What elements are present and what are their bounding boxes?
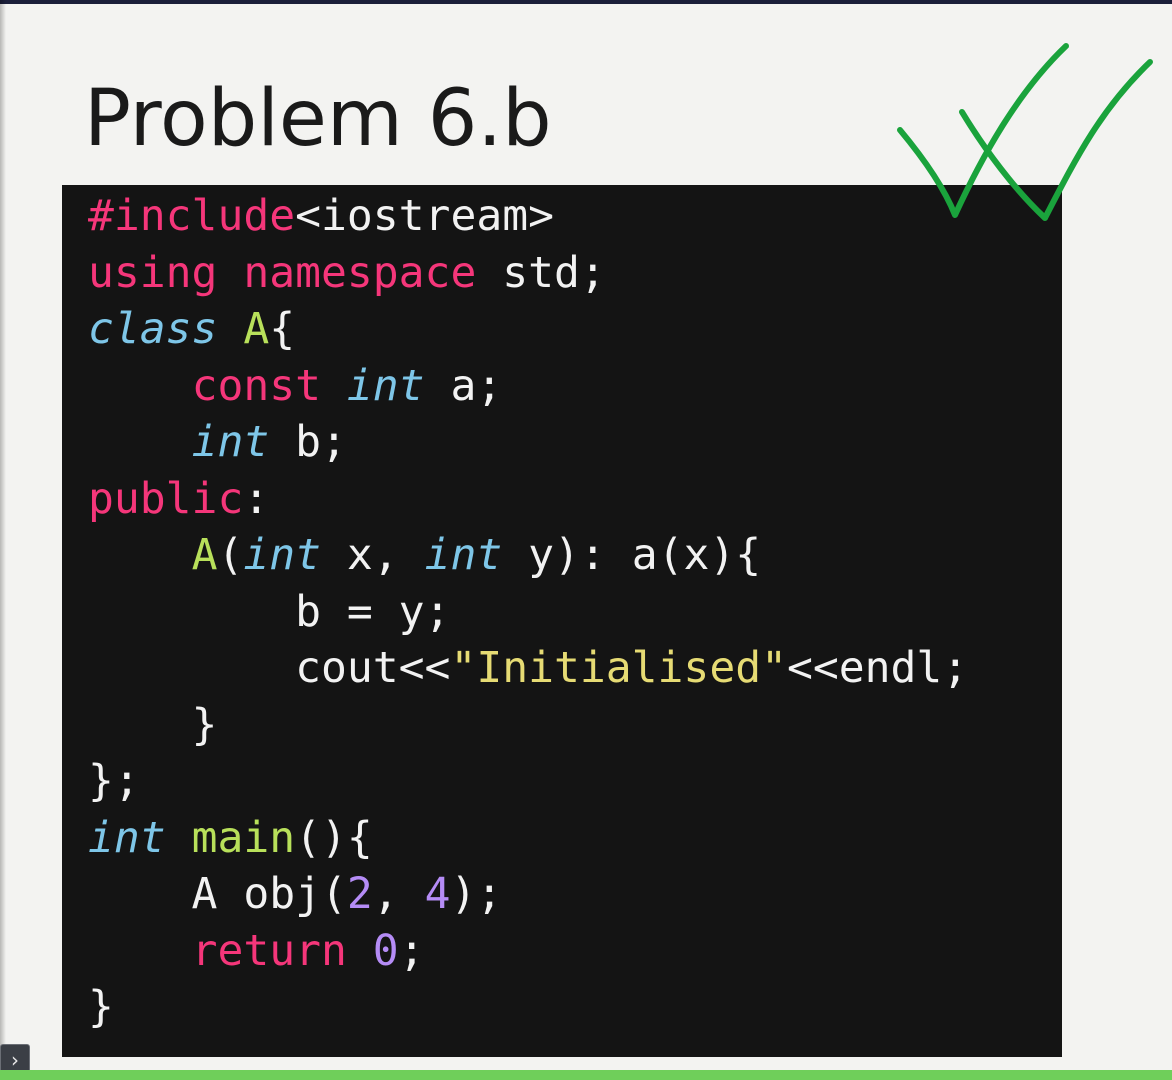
code-line: int b; — [88, 421, 347, 464]
code-token: int — [424, 530, 503, 580]
code-token: public — [88, 473, 244, 524]
code-token: ); — [450, 869, 503, 919]
code-line: cout<<"Initialised"<<endl; — [88, 647, 968, 690]
code-line: return 0; — [88, 929, 425, 973]
code-token: A — [191, 530, 218, 580]
code-token: main — [191, 812, 296, 863]
code-line: class A{ — [88, 308, 295, 351]
code-token: cout<< — [88, 643, 451, 693]
code-block: #include<iostream> using namespace std; cl… — [62, 185, 1062, 1057]
code-line: }; — [88, 760, 140, 803]
code-token: } — [88, 699, 218, 750]
code-line: } — [88, 703, 218, 747]
code-token: 0 — [372, 925, 399, 976]
code-token: A — [243, 304, 270, 354]
code-line: public: — [88, 477, 269, 521]
code-token: x, — [321, 530, 425, 580]
code-token: #include — [88, 191, 296, 241]
code-token: 4 — [424, 869, 451, 919]
code-token: using — [88, 247, 218, 298]
code-line: } — [88, 986, 114, 1029]
code-token: int — [88, 812, 166, 863]
code-token: return — [191, 925, 347, 976]
code-token: const — [191, 360, 322, 411]
code-token: a; — [424, 360, 503, 411]
code-token: ; — [398, 925, 425, 976]
code-line: A(int x, int y): a(x){ — [88, 534, 762, 577]
code-token: } — [88, 982, 114, 1032]
code-token: : — [243, 473, 270, 524]
code-token: A obj( — [88, 869, 347, 919]
code-line: A obj(2, 4); — [88, 873, 503, 916]
bottom-progress-bar — [0, 1070, 1172, 1080]
code-token: int — [243, 530, 322, 580]
top-border — [0, 0, 1172, 4]
code-token: }; — [88, 756, 140, 806]
left-edge-shadow — [0, 0, 6, 1080]
code-token: b = y; — [88, 586, 451, 637]
code-token: , — [372, 869, 425, 919]
code-line: using namespace std; — [88, 251, 606, 295]
code-token: namespace — [243, 247, 477, 298]
code-token: int — [191, 417, 270, 467]
code-token: int — [346, 360, 425, 411]
code-line: b = y; — [88, 590, 450, 634]
code-token: "Initialised" — [450, 643, 787, 693]
code-token: b; — [269, 417, 347, 467]
code-token: class — [88, 304, 218, 354]
code-token: { — [269, 304, 296, 354]
code-token: (){ — [295, 812, 373, 863]
code-line: const int a; — [88, 364, 503, 408]
code-token: std; — [476, 247, 606, 298]
code-token: y): a(x){ — [502, 530, 762, 580]
code-token: 2 — [346, 869, 373, 919]
code-token: <<endl; — [786, 643, 969, 693]
code-line: #include<iostream> — [88, 195, 554, 238]
slide-title: Problem 6.b — [84, 74, 552, 164]
code-line: int main(){ — [88, 816, 373, 860]
code-token: <iostream> — [295, 191, 554, 241]
code-token: ( — [217, 530, 244, 580]
